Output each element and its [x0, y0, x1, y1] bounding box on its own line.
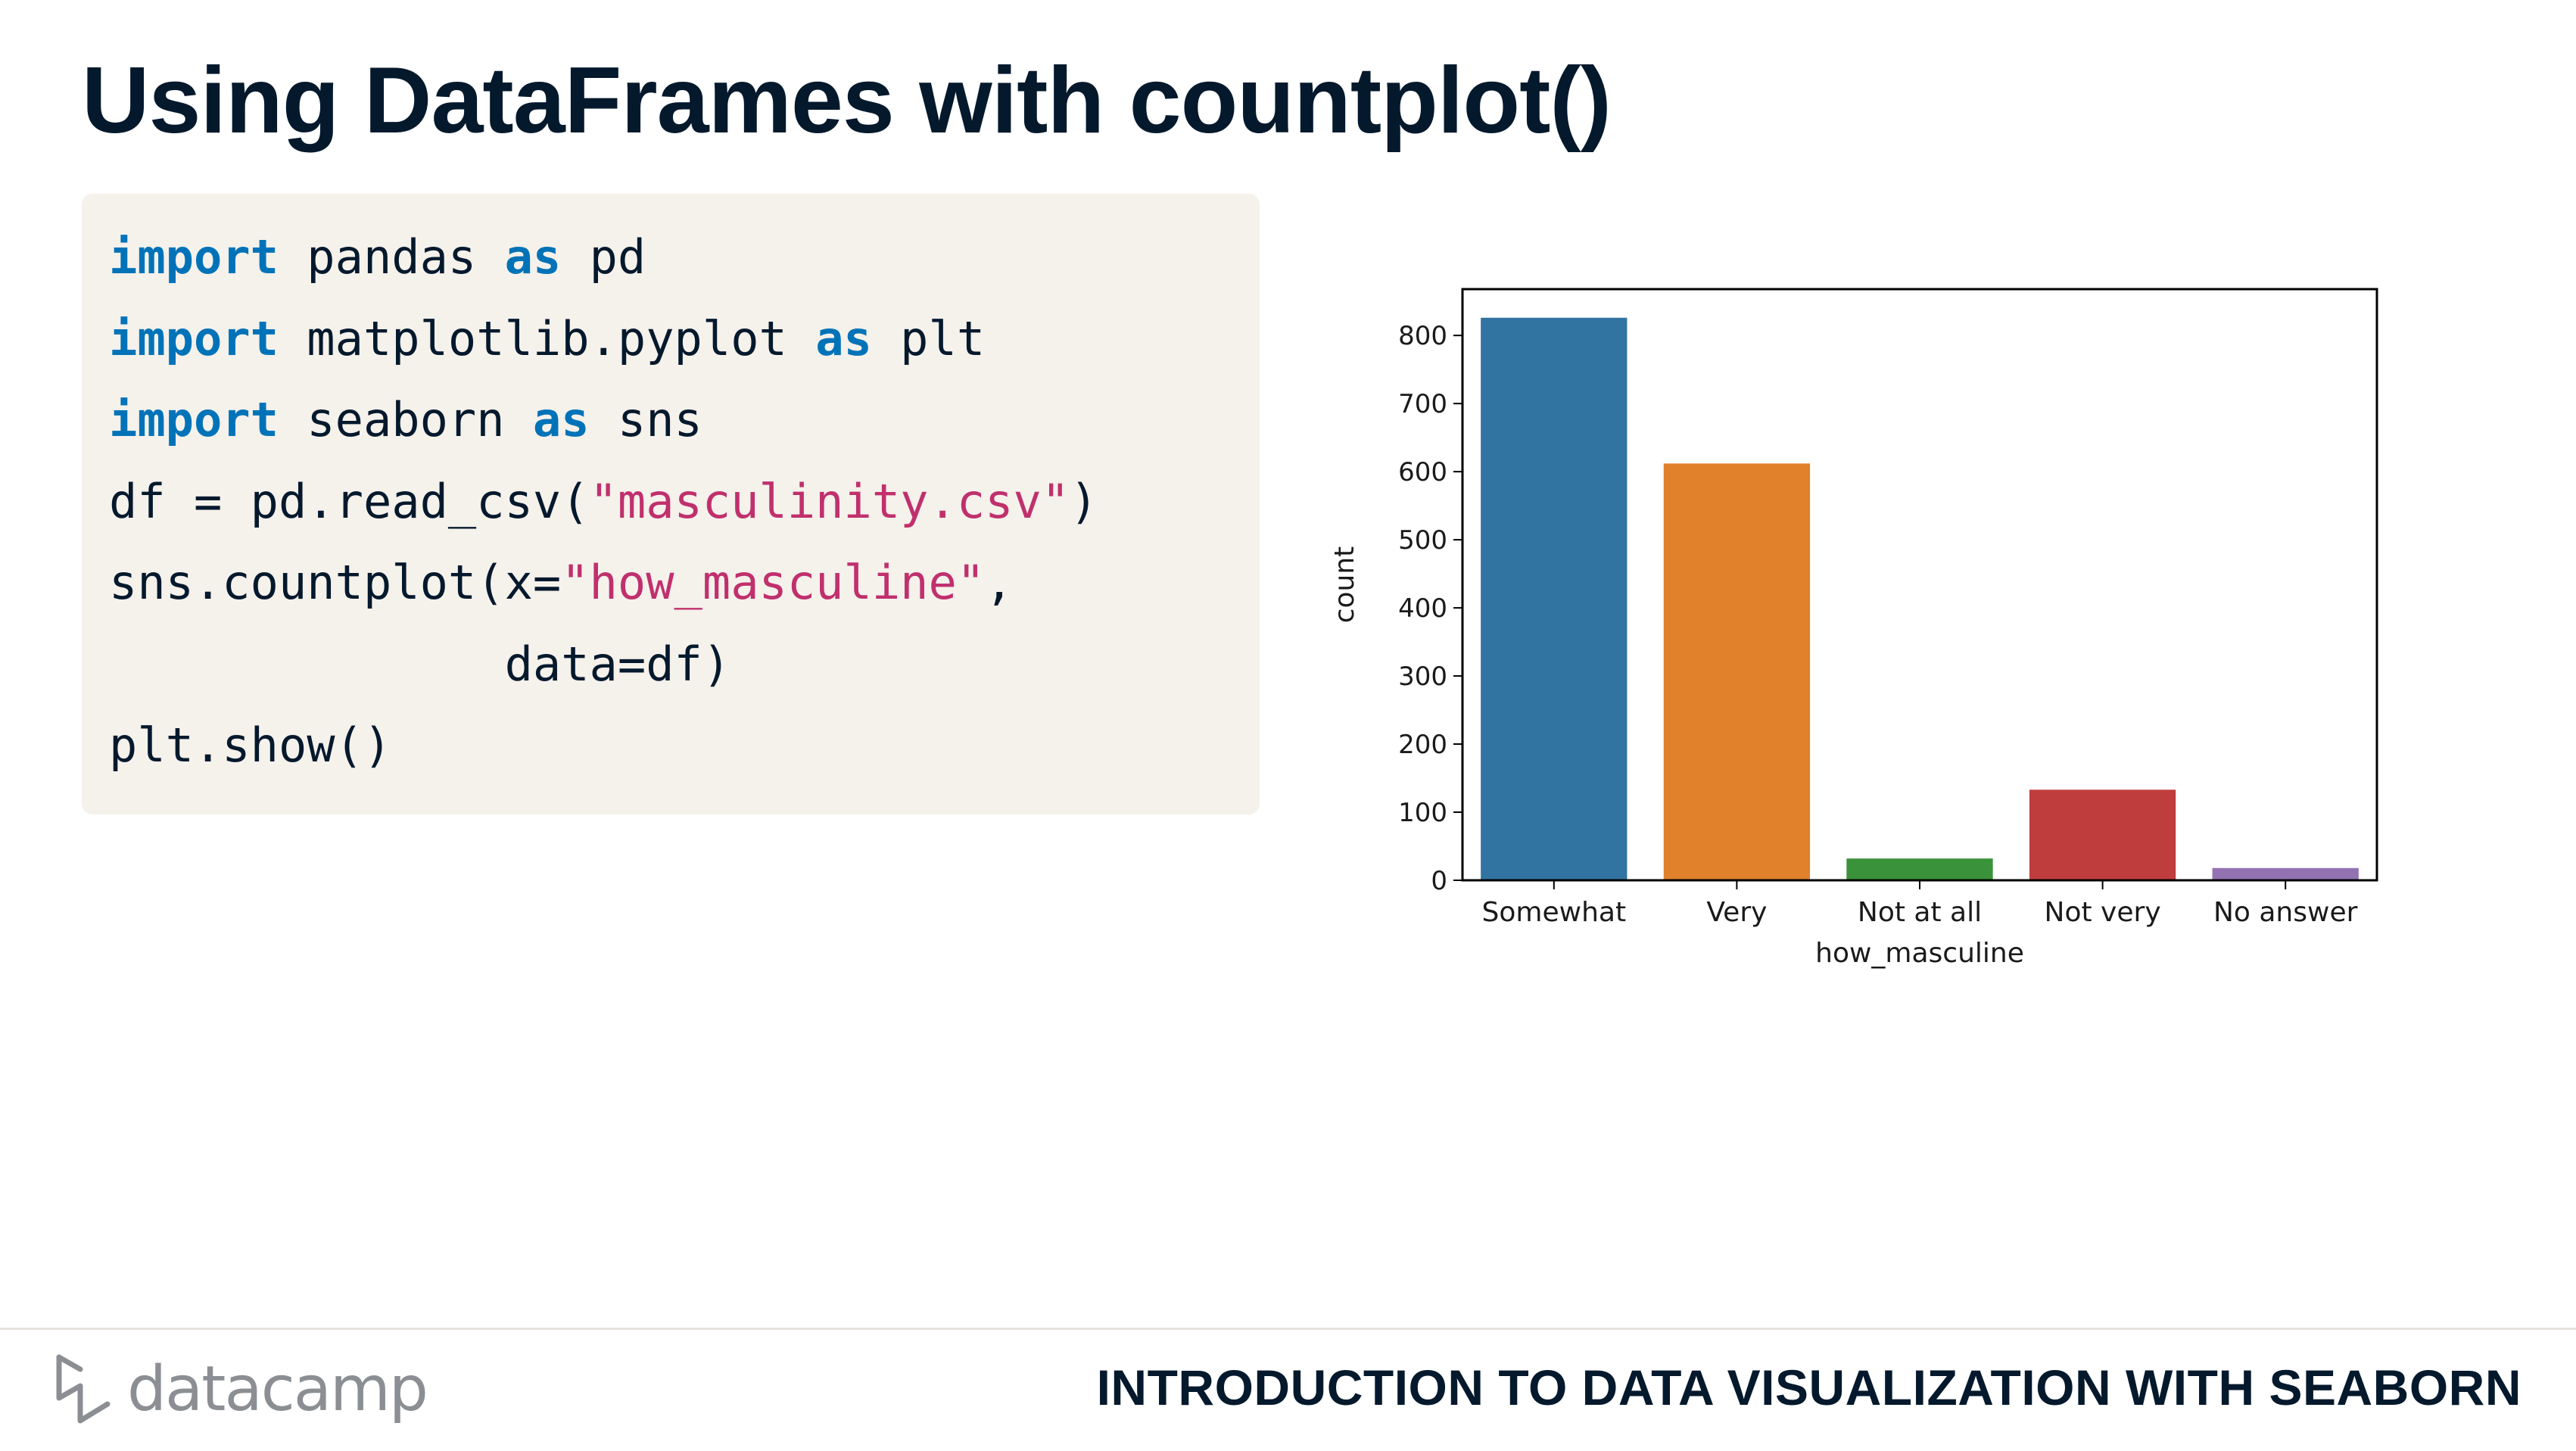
y-axis-ticks: 0 100 200 300 400 500 600 700 800 [1398, 321, 1462, 896]
code-keyword: as [532, 392, 590, 447]
code-string: "how_masculine" [561, 555, 986, 610]
bar-not-very [2029, 789, 2176, 880]
code-keyword: as [815, 310, 872, 366]
code-line: import pandas as pd [109, 216, 1260, 298]
code-string: "masculinity.csv" [589, 473, 1070, 529]
y-tick-label: 300 [1398, 662, 1447, 692]
code-text: matplotlib.pyplot [278, 310, 816, 366]
code-keyword: import [109, 310, 279, 366]
datacamp-logo-icon [56, 1354, 111, 1424]
code-line: sns.countplot(x="how_masculine", [109, 542, 1260, 624]
code-text: pandas [278, 229, 505, 285]
x-axis-ticks: Somewhat Very Not at all Not very No answer [1482, 880, 2358, 928]
code-line: plt.show() [109, 705, 1260, 786]
code-text: ) [1070, 473, 1098, 529]
x-tick-label: Not at all [1858, 897, 1982, 928]
chart-svg: 0 100 200 300 400 500 600 700 800 Somewhat Very No… [1329, 288, 2378, 969]
datacamp-logo: datacamp [53, 1347, 428, 1431]
x-tick-label: Somewhat [1482, 897, 1627, 928]
datacamp-wordmark: datacamp [127, 1353, 428, 1425]
y-tick-label: 700 [1398, 389, 1447, 419]
y-tick-label: 800 [1398, 321, 1447, 351]
code-text: data=df) [109, 636, 731, 692]
code-line: data=df) [109, 624, 1260, 705]
code-keyword: import [109, 229, 279, 285]
code-text: , [985, 555, 1014, 610]
bar-not-at-all [1846, 858, 1993, 880]
code-text: plt.show() [109, 718, 392, 773]
code-text: pd [561, 229, 646, 285]
x-tick-label: Very [1706, 897, 1767, 928]
code-text: sns [589, 392, 702, 447]
y-tick-label: 600 [1398, 457, 1447, 487]
bar-somewhat [1481, 317, 1628, 881]
chart-bars [1481, 317, 2359, 881]
y-tick-label: 400 [1398, 593, 1447, 624]
y-tick-label: 200 [1398, 730, 1447, 760]
y-axis-label: count [1332, 546, 1360, 624]
code-text: seaborn [278, 392, 533, 447]
code-line: df = pd.read_csv("masculinity.csv") [109, 461, 1260, 543]
y-tick-label: 500 [1398, 525, 1447, 556]
x-axis-label: how_masculine [1815, 938, 2024, 969]
code-keyword: import [109, 392, 279, 447]
x-tick-label: Not very [2045, 897, 2161, 928]
countplot-chart: 0 100 200 300 400 500 600 700 800 Somewhat Very No… [1329, 272, 2407, 992]
code-text: plt [871, 310, 986, 366]
code-keyword: as [504, 229, 562, 285]
bar-no-answer [2212, 867, 2359, 880]
slide-title: Using DataFrames with countplot() [82, 48, 1612, 153]
y-tick-label: 100 [1398, 798, 1447, 828]
code-block: import pandas as pd import matplotlib.pyp… [82, 194, 1260, 814]
course-title: INTRODUCTION TO DATA VISUALIZATION WITH … [1096, 1359, 2521, 1415]
footer-divider [0, 1328, 2576, 1330]
code-line: import matplotlib.pyplot as plt [109, 298, 1260, 380]
y-tick-label: 0 [1431, 866, 1447, 896]
code-text: df = pd.read_csv( [109, 473, 590, 529]
code-text: sns.countplot(x= [109, 555, 562, 610]
bar-very [1663, 463, 1811, 880]
code-line: import seaborn as sns [109, 379, 1260, 461]
x-tick-label: No answer [2213, 897, 2358, 928]
